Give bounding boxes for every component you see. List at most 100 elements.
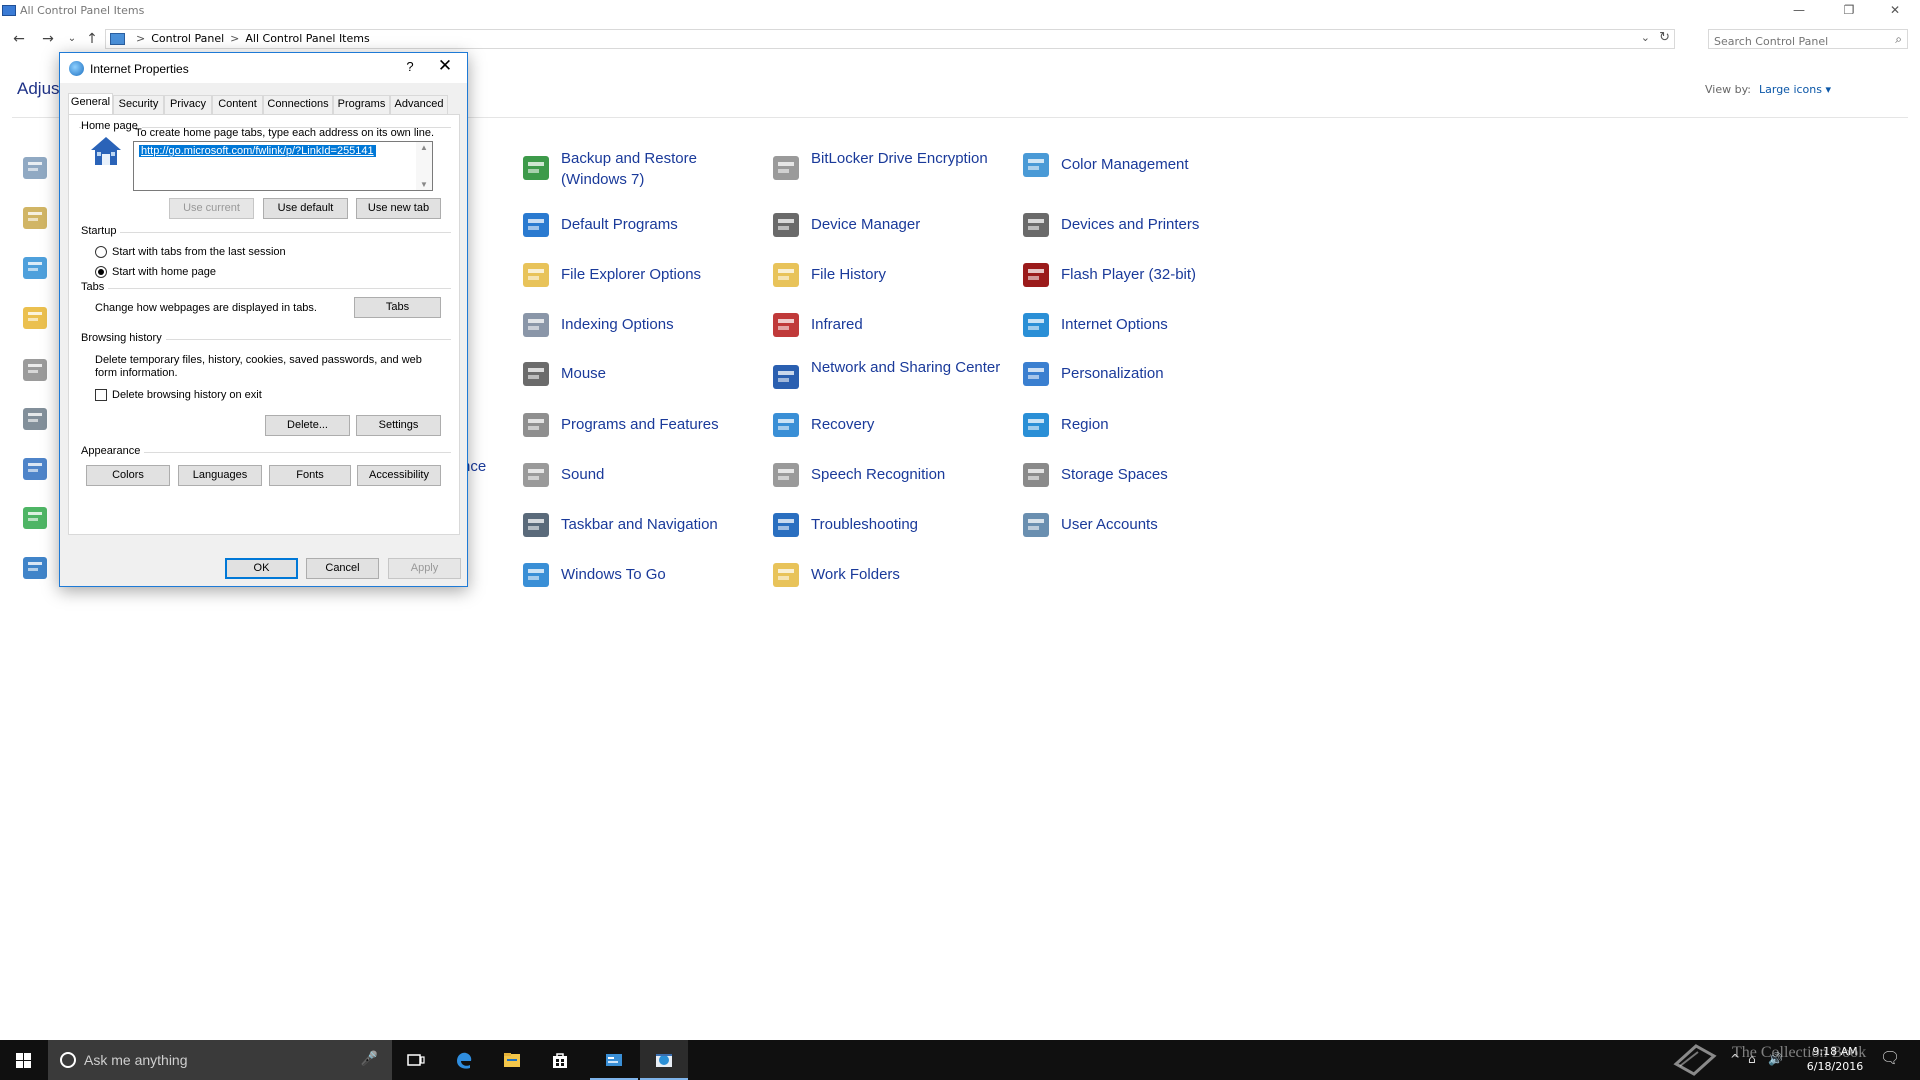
home-page-url-textarea[interactable]: http://go.microsoft.com/fwlink/p/?LinkId… [133,141,433,191]
cp-item[interactable]: Device Manager [770,209,1010,249]
cp-item-label[interactable]: Flash Player (32-bit) [1061,264,1261,285]
action-center-icon[interactable]: 🗨 [1880,1048,1900,1067]
cp-item[interactable]: Internet Options [1020,309,1260,349]
cp-item[interactable]: Storage Spaces [1020,459,1260,499]
up-button[interactable]: ↑ [83,30,101,48]
breadcrumb-all-items[interactable]: All Control Panel Items [245,32,369,45]
refresh-icon[interactable]: ↻ [1659,30,1670,45]
cp-item[interactable]: Sound [520,459,760,499]
tab-connections[interactable]: Connections [263,95,333,114]
cp-item[interactable]: Personalization [1020,358,1260,398]
cp-item[interactable]: Backup and Restore (Windows 7) [520,148,760,188]
cp-item-label[interactable]: File Explorer Options [561,264,761,285]
dialog-close-button[interactable]: ✕ [430,56,460,80]
tab-advanced[interactable]: Advanced [390,95,448,114]
cp-item-label[interactable]: Devices and Printers [1061,214,1261,235]
cp-item[interactable]: Work Folders [770,559,1010,599]
delete-on-exit-checkbox[interactable] [95,389,107,401]
restore-button[interactable]: ❐ [1826,0,1872,22]
cp-item-label[interactable]: Taskbar and Navigation [561,514,761,535]
help-button[interactable]: ? [395,59,425,79]
recent-locations-button[interactable]: ⌄ [63,30,81,48]
cp-item-label[interactable]: Backup and Restore (Windows 7) [561,148,761,190]
tab-content[interactable]: Content [212,95,263,114]
address-dropdown-icon[interactable]: ⌄ [1641,31,1650,44]
startup-home-page-label[interactable]: Start with home page [112,266,216,279]
tabs-settings-button[interactable]: Tabs [354,297,441,318]
breadcrumb-control-panel[interactable]: Control Panel [151,32,224,45]
cortana-placeholder[interactable]: Ask me anything [84,1052,188,1068]
fonts-icon[interactable] [20,303,50,333]
cp-item-label[interactable]: Personalization [1061,363,1261,384]
cp-item-label[interactable]: Color Management [1061,154,1261,175]
cp-item-label[interactable]: Internet Options [1061,314,1261,335]
cp-item[interactable]: Mouse [520,358,760,398]
display-icon[interactable] [20,253,50,283]
start-button[interactable] [0,1040,48,1080]
task-view-button[interactable] [392,1040,440,1080]
file-explorer-button[interactable] [488,1040,536,1080]
control-panel-taskbar-button[interactable] [590,1040,638,1080]
cp-item-label[interactable]: Programs and Features [561,414,761,435]
cp-item[interactable]: Programs and Features [520,409,760,449]
windows-defender-icon[interactable] [20,553,50,583]
cp-item[interactable]: Infrared [770,309,1010,349]
cp-item-label[interactable]: User Accounts [1061,514,1261,535]
use-new-tab-button[interactable]: Use new tab [356,198,441,219]
cp-item[interactable]: Taskbar and Navigation [520,509,760,549]
use-current-button[interactable]: Use current [169,198,254,219]
minimize-button[interactable]: — [1776,0,1822,22]
accessibility-button[interactable]: Accessibility [357,465,441,486]
cp-item[interactable]: Region [1020,409,1260,449]
phone-modem-icon[interactable] [20,404,50,434]
administrative-tools-icon[interactable] [20,153,50,183]
cp-item[interactable]: Indexing Options [520,309,760,349]
internet-properties-taskbar-button[interactable] [640,1040,688,1080]
textarea-scrollbar[interactable]: ▲ ▼ [416,142,432,190]
keyboard-icon[interactable] [20,355,50,385]
cp-item-label[interactable]: Windows To Go [561,564,761,585]
cp-item-label[interactable]: Sound [561,464,761,485]
languages-button[interactable]: Languages [178,465,262,486]
cp-item-label[interactable]: Troubleshooting [811,514,1011,535]
cp-item[interactable]: File History [770,259,1010,299]
search-box[interactable]: ⌕ [1708,29,1908,51]
fonts-button[interactable]: Fonts [269,465,351,486]
cp-item[interactable]: Speech Recognition [770,459,1010,499]
scroll-up-icon[interactable]: ▲ [420,143,428,152]
edge-button[interactable] [440,1040,488,1080]
startup-last-session-label[interactable]: Start with tabs from the last session [112,246,286,259]
cp-item[interactable]: BitLocker Drive Encryption [770,148,1010,188]
ok-button[interactable]: OK [225,558,298,579]
store-button[interactable] [536,1040,584,1080]
delete-history-button[interactable]: Delete... [265,415,350,436]
startup-last-session-radio[interactable] [95,246,107,258]
cp-item[interactable]: File Explorer Options [520,259,760,299]
cp-item[interactable]: Devices and Printers [1020,209,1260,249]
cp-item[interactable]: User Accounts [1020,509,1260,549]
cp-item-label[interactable]: Storage Spaces [1061,464,1261,485]
cortana-search-box[interactable]: Ask me anything 🎤 [48,1040,392,1080]
microphone-icon[interactable]: 🎤 [361,1051,378,1067]
startup-home-page-radio[interactable] [95,266,107,278]
search-input[interactable] [1709,32,1879,51]
cp-item-label[interactable]: Network and Sharing Center [811,357,1011,378]
back-button[interactable]: ← [10,30,28,48]
cp-item-label[interactable]: BitLocker Drive Encryption [811,148,1011,169]
cp-item[interactable]: Color Management [1020,149,1260,189]
remoteapp-icon[interactable] [20,454,50,484]
search-icon[interactable]: ⌕ [1895,32,1902,47]
cp-item-label[interactable]: Mouse [561,363,761,384]
tab-programs[interactable]: Programs [333,95,390,114]
tab-privacy[interactable]: Privacy [164,95,212,114]
apply-button[interactable]: Apply [388,558,461,579]
cp-item-label[interactable]: File History [811,264,1011,285]
forward-button[interactable]: → [39,30,57,48]
autoplay-icon[interactable] [20,203,50,233]
home-page-url[interactable]: http://go.microsoft.com/fwlink/p/?LinkId… [139,145,376,157]
close-button[interactable]: ✕ [1872,0,1918,22]
tab-security[interactable]: Security [113,95,164,114]
cp-item[interactable]: Windows To Go [520,559,760,599]
cp-item[interactable]: Recovery [770,409,1010,449]
delete-on-exit-label[interactable]: Delete browsing history on exit [112,389,262,402]
